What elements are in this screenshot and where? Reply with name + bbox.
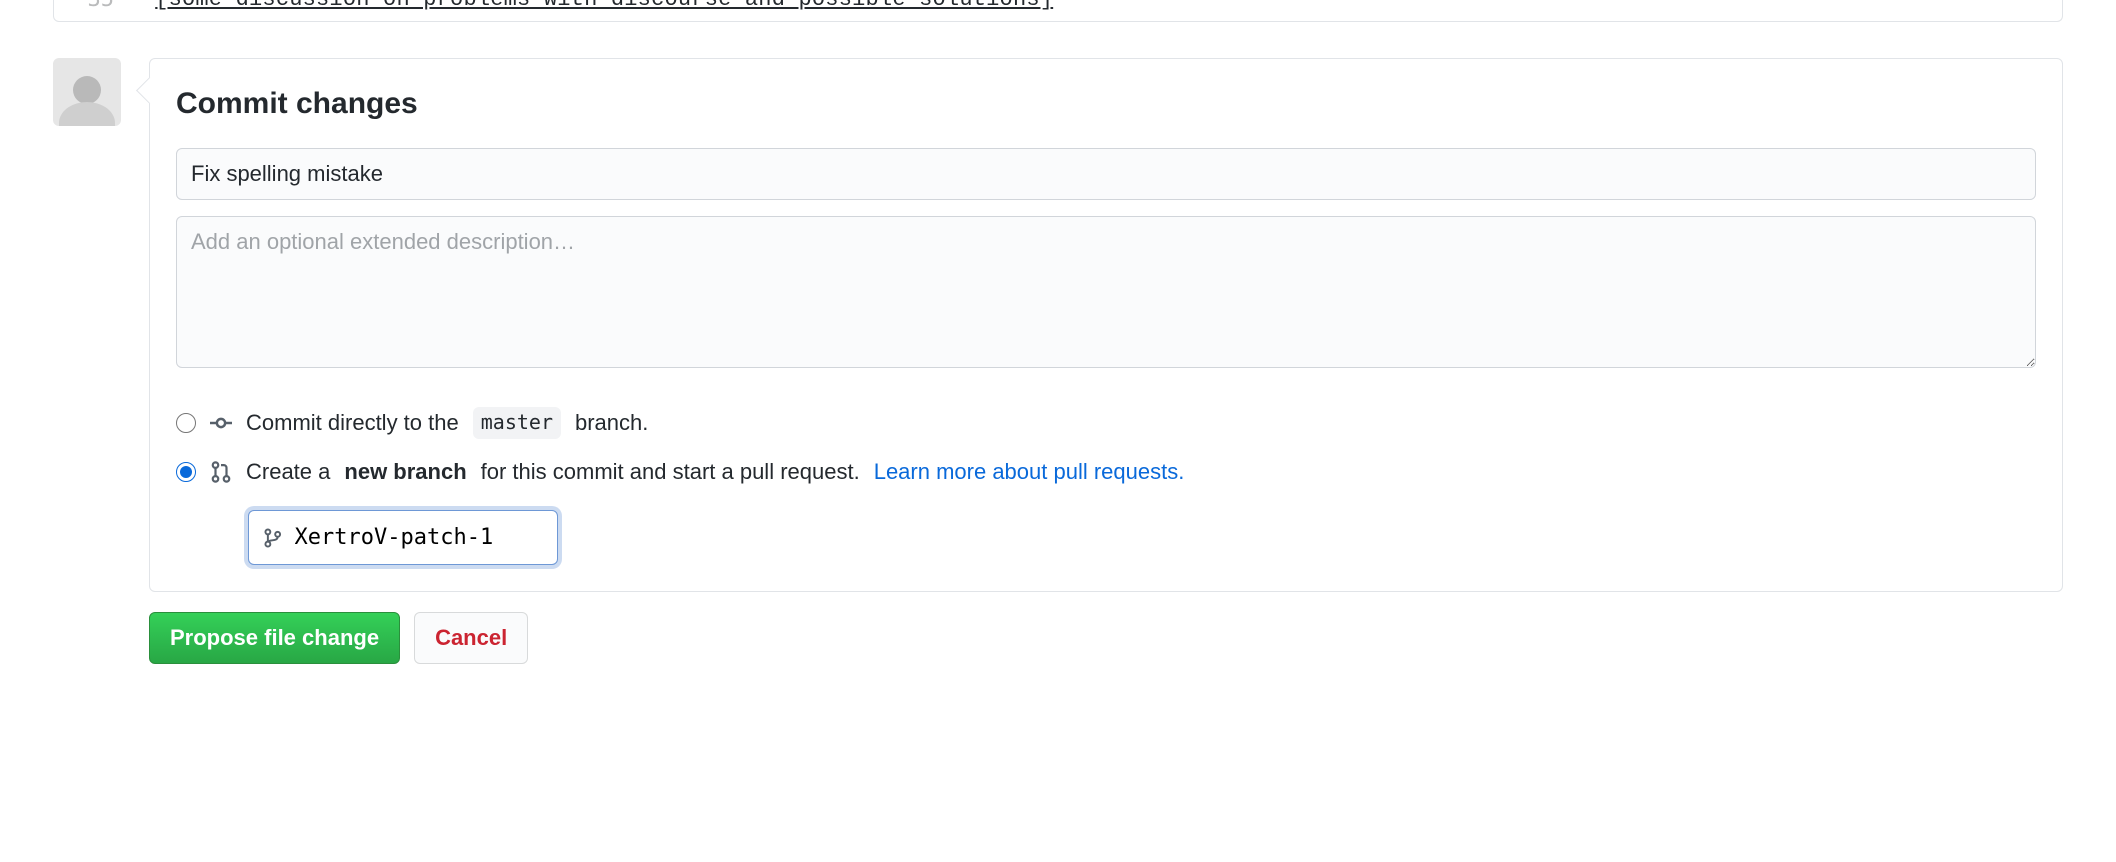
radio-new-mid: for this commit and start a pull request… xyxy=(481,455,860,488)
diff-code-text: [some discussion on problems with discou… xyxy=(155,0,1053,13)
commit-actions: Propose file change Cancel xyxy=(149,612,2063,664)
radio-newbranch-label[interactable]: Create a new branch for this commit and … xyxy=(246,455,1184,488)
git-commit-icon xyxy=(210,412,232,434)
git-branch-icon xyxy=(263,527,283,549)
commit-panel: Commit changes Commit directly to the ma… xyxy=(149,58,2063,592)
radio-new-branch[interactable] xyxy=(176,462,196,482)
radio-direct-pre: Commit directly to the xyxy=(246,406,459,439)
diff-bullet: * xyxy=(132,0,155,13)
diff-fragment: 35 * [some discussion on problems with d… xyxy=(53,0,2063,22)
commit-summary-input[interactable] xyxy=(176,148,2036,200)
radio-new-bold: new branch xyxy=(344,455,466,488)
radio-commit-direct[interactable] xyxy=(176,413,196,433)
commit-heading: Commit changes xyxy=(176,81,2036,126)
radio-direct-post: branch. xyxy=(575,406,648,439)
branch-name-input[interactable] xyxy=(295,521,543,554)
commit-description-textarea[interactable] xyxy=(176,216,2036,368)
radio-direct-label[interactable]: Commit directly to the master branch. xyxy=(246,406,648,439)
commit-target-radios: Commit directly to the master branch. xyxy=(176,398,2036,565)
propose-file-change-button[interactable]: Propose file change xyxy=(149,612,400,664)
radio-new-pre: Create a xyxy=(246,455,330,488)
avatar xyxy=(53,58,121,126)
branch-name-field[interactable] xyxy=(248,510,558,565)
branch-chip-master: master xyxy=(473,407,561,439)
learn-more-link[interactable]: Learn more about pull requests. xyxy=(874,455,1185,488)
cancel-button[interactable]: Cancel xyxy=(414,612,528,664)
git-pull-request-icon xyxy=(210,461,232,483)
line-number: 35 xyxy=(54,0,132,13)
